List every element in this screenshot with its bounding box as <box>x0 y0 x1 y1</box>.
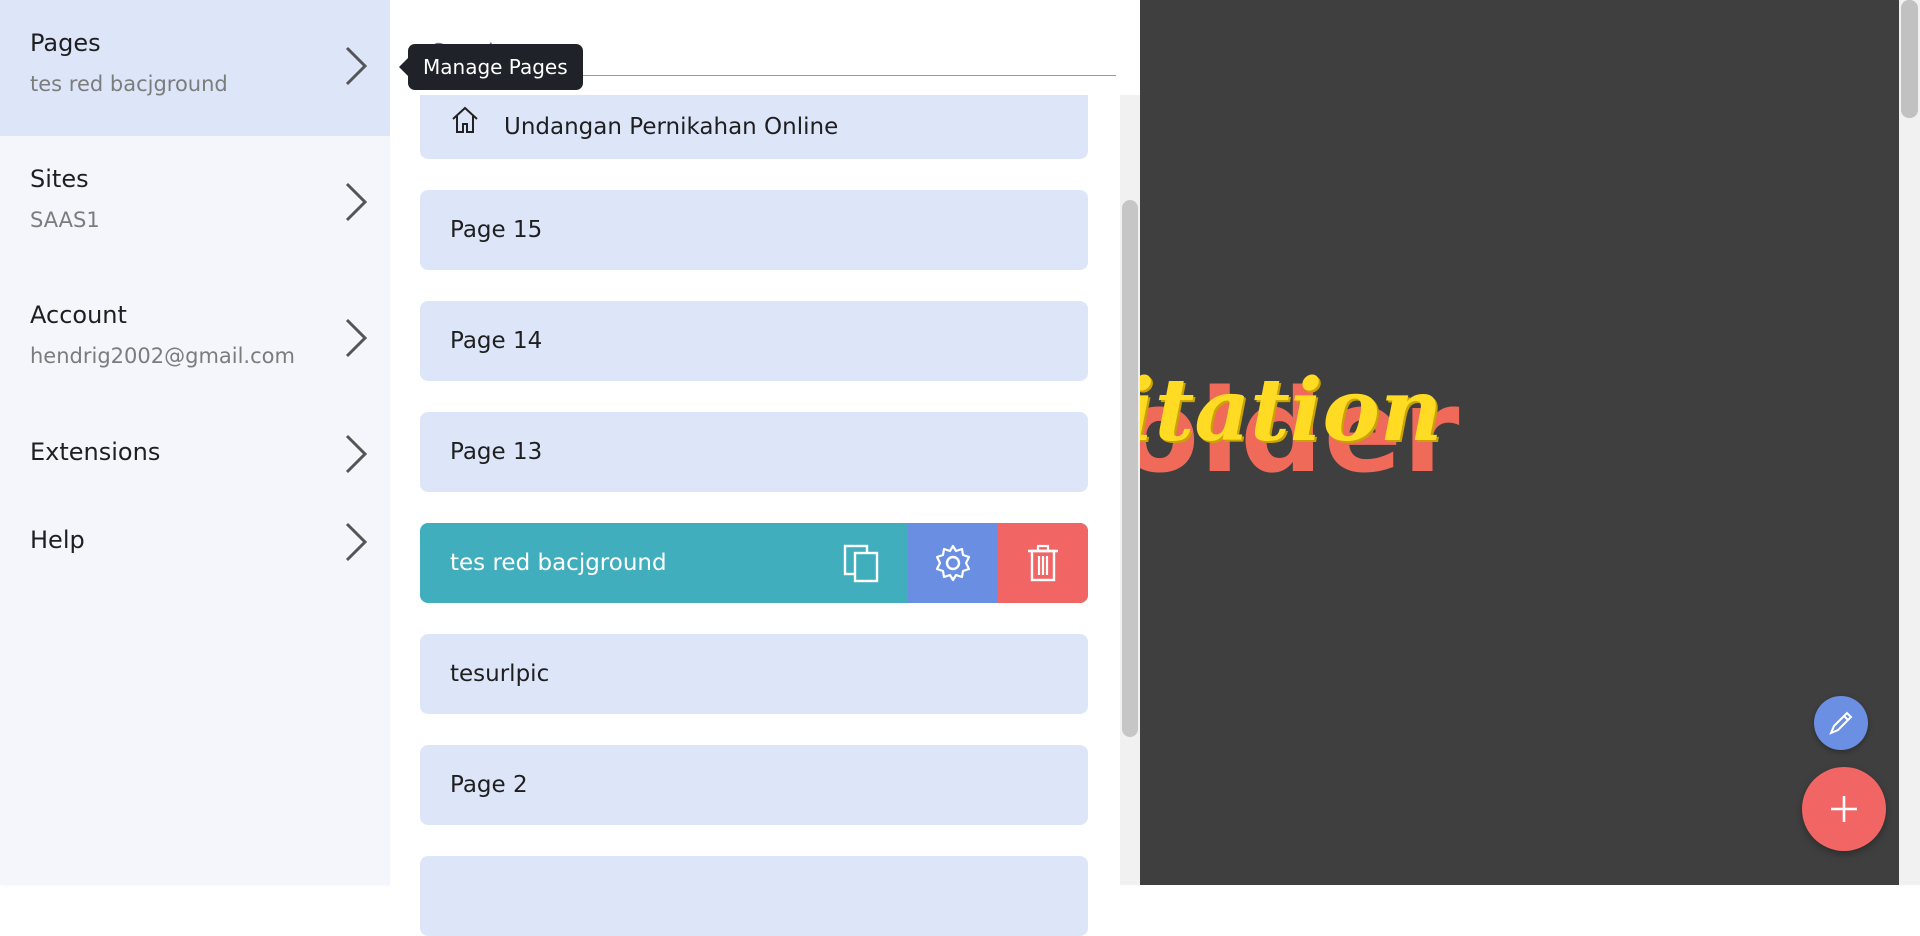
nav-item-subtitle: hendrig2002@gmail.com <box>30 344 295 368</box>
page-label: Undangan Pernikahan Online <box>504 114 839 140</box>
page-row-selected[interactable]: tes red bacjground <box>420 523 1088 603</box>
delete-page-button[interactable] <box>998 523 1088 603</box>
nav-item-subtitle: tes red bacjground <box>30 72 228 96</box>
page-row[interactable]: Page 13 <box>420 412 1088 492</box>
main-navigation: Pages tes red bacjground Sites SAAS1 Acc… <box>0 0 390 885</box>
chevron-right-icon <box>340 316 370 360</box>
nav-item-title: Pages <box>30 29 101 57</box>
nav-item-pages[interactable]: Pages tes red bacjground <box>0 0 390 136</box>
nav-item-title: Account <box>30 301 127 329</box>
page-row[interactable]: Page 15 <box>420 190 1088 270</box>
canvas-scrollbar[interactable] <box>1899 0 1920 885</box>
page-label: Page 2 <box>450 772 528 798</box>
page-label: Page 15 <box>450 217 543 243</box>
nav-item-title: Sites <box>30 165 89 193</box>
page-label: Page 13 <box>450 439 543 465</box>
page-list-scrollbar-thumb[interactable] <box>1122 200 1138 737</box>
canvas-script-text: itation <box>1140 360 1443 461</box>
chevron-right-icon <box>340 432 370 476</box>
page-row[interactable]: Page 2 <box>420 745 1088 825</box>
duplicate-page-button[interactable] <box>817 523 907 603</box>
page-settings-button[interactable] <box>908 523 998 603</box>
trash-icon <box>1028 544 1058 582</box>
nav-item-title: Extensions <box>30 438 161 466</box>
pages-panel: Undangan Pernikahan Online Page 15 Page … <box>390 0 1140 936</box>
page-label: tes red bacjground <box>450 550 667 576</box>
page-row[interactable] <box>420 856 1088 936</box>
page-row[interactable]: Page 14 <box>420 301 1088 381</box>
canvas-scrollbar-thumb[interactable] <box>1901 0 1918 118</box>
nav-item-title: Help <box>30 526 85 554</box>
nav-item-extensions[interactable]: Extensions <box>0 408 390 496</box>
nav-item-sites[interactable]: Sites SAAS1 <box>0 136 390 272</box>
page-row[interactable]: tesurlpic <box>420 634 1088 714</box>
page-preview-canvas[interactable]: older itation <box>1140 0 1899 885</box>
gear-icon <box>935 544 971 582</box>
duplicate-icon <box>843 544 879 583</box>
plus-icon <box>1831 796 1857 822</box>
nav-item-help[interactable]: Help <box>0 496 390 584</box>
page-label: tesurlpic <box>450 661 550 687</box>
nav-item-subtitle: SAAS1 <box>30 208 100 232</box>
chevron-right-icon <box>340 180 370 224</box>
page-row-home[interactable]: Undangan Pernikahan Online <box>420 95 1088 159</box>
nav-item-account[interactable]: Account hendrig2002@gmail.com <box>0 272 390 408</box>
add-button[interactable] <box>1802 767 1886 851</box>
page-label: Page 14 <box>450 328 543 354</box>
chevron-right-icon <box>340 44 370 88</box>
edit-button[interactable] <box>1814 696 1868 750</box>
page-list: Undangan Pernikahan Online Page 15 Page … <box>420 0 1088 936</box>
pen-icon <box>1829 711 1853 735</box>
home-icon <box>450 105 480 135</box>
tooltip: Manage Pages <box>399 44 583 90</box>
chevron-right-icon <box>340 520 370 564</box>
